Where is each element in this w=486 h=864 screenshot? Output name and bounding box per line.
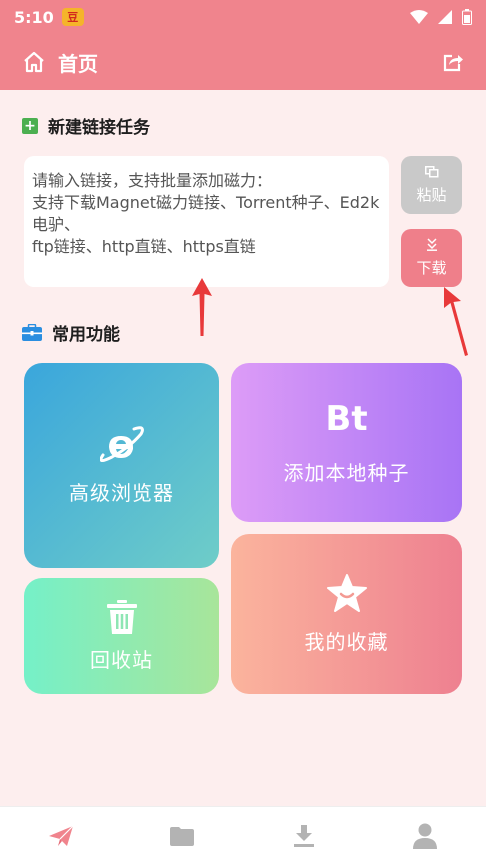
nav-item-files[interactable] bbox=[152, 826, 212, 846]
nav-item-profile[interactable] bbox=[395, 823, 455, 849]
download-arrow-icon bbox=[426, 238, 437, 251]
annotation-arrow-up bbox=[192, 278, 212, 336]
functions-title: 常用功能 bbox=[52, 325, 120, 345]
input-placeholder-line-4: ftp链接、http直链、https直链 bbox=[32, 237, 256, 256]
nav-item-home[interactable] bbox=[31, 825, 91, 847]
star-icon bbox=[326, 573, 367, 612]
new-task-title: 新建链接任务 bbox=[48, 118, 150, 138]
toolbox-icon bbox=[22, 324, 42, 341]
battery-icon bbox=[462, 9, 472, 25]
input-placeholder-line-1: 请输入链接，支持批量添加磁力： bbox=[32, 171, 273, 190]
browser-label: 高级浏览器 bbox=[69, 481, 174, 505]
wifi-icon bbox=[410, 10, 428, 24]
favorites-tile[interactable]: 我的收藏 bbox=[231, 534, 462, 694]
new-task-heading: + 新建链接任务 bbox=[22, 113, 150, 138]
bottom-nav bbox=[0, 806, 486, 864]
link-input[interactable]: 请输入链接，支持批量添加磁力： 支持下载Magnet磁力链接、Torrent种子… bbox=[24, 156, 389, 287]
app-bar: 首页 bbox=[0, 34, 486, 90]
paste-button[interactable]: 粘贴 bbox=[401, 156, 462, 214]
share-icon[interactable] bbox=[440, 50, 464, 74]
internet-explorer-icon bbox=[99, 426, 144, 462]
functions-heading: 常用功能 bbox=[22, 320, 120, 345]
nav-item-downloads[interactable] bbox=[274, 824, 334, 848]
page-title: 首页 bbox=[58, 51, 98, 76]
recycle-bin-label: 回收站 bbox=[90, 647, 153, 672]
download-icon bbox=[293, 824, 314, 847]
app-notification-icon: 豆 bbox=[61, 8, 84, 26]
browser-tile[interactable]: 高级浏览器 bbox=[24, 363, 219, 568]
recycle-bin-tile[interactable]: 回收站 bbox=[24, 578, 219, 694]
download-label: 下载 bbox=[416, 259, 447, 277]
paste-label: 粘贴 bbox=[416, 185, 447, 204]
home-icon[interactable] bbox=[22, 50, 46, 74]
plus-icon: + bbox=[22, 117, 38, 134]
bt-icon: Bt bbox=[325, 399, 368, 439]
signal-icon bbox=[438, 10, 452, 24]
input-placeholder-line-3: 支持下载Magnet磁力链接、Torrent种子、Ed2k电驴、 bbox=[32, 193, 380, 234]
trash-icon bbox=[106, 599, 137, 634]
annotation-arrow-up-left bbox=[444, 287, 468, 356]
status-time: 5:10 bbox=[14, 7, 54, 27]
copy-icon bbox=[424, 165, 438, 177]
download-button[interactable]: 下载 bbox=[401, 229, 462, 287]
add-torrent-label: 添加本地种子 bbox=[283, 461, 410, 485]
user-icon bbox=[413, 823, 438, 849]
favorites-label: 我的收藏 bbox=[304, 629, 389, 654]
status-bar: 5:10 豆 bbox=[0, 0, 486, 34]
add-torrent-tile[interactable]: Bt 添加本地种子 bbox=[231, 363, 462, 522]
folder-icon bbox=[170, 826, 195, 846]
send-icon bbox=[48, 825, 74, 846]
